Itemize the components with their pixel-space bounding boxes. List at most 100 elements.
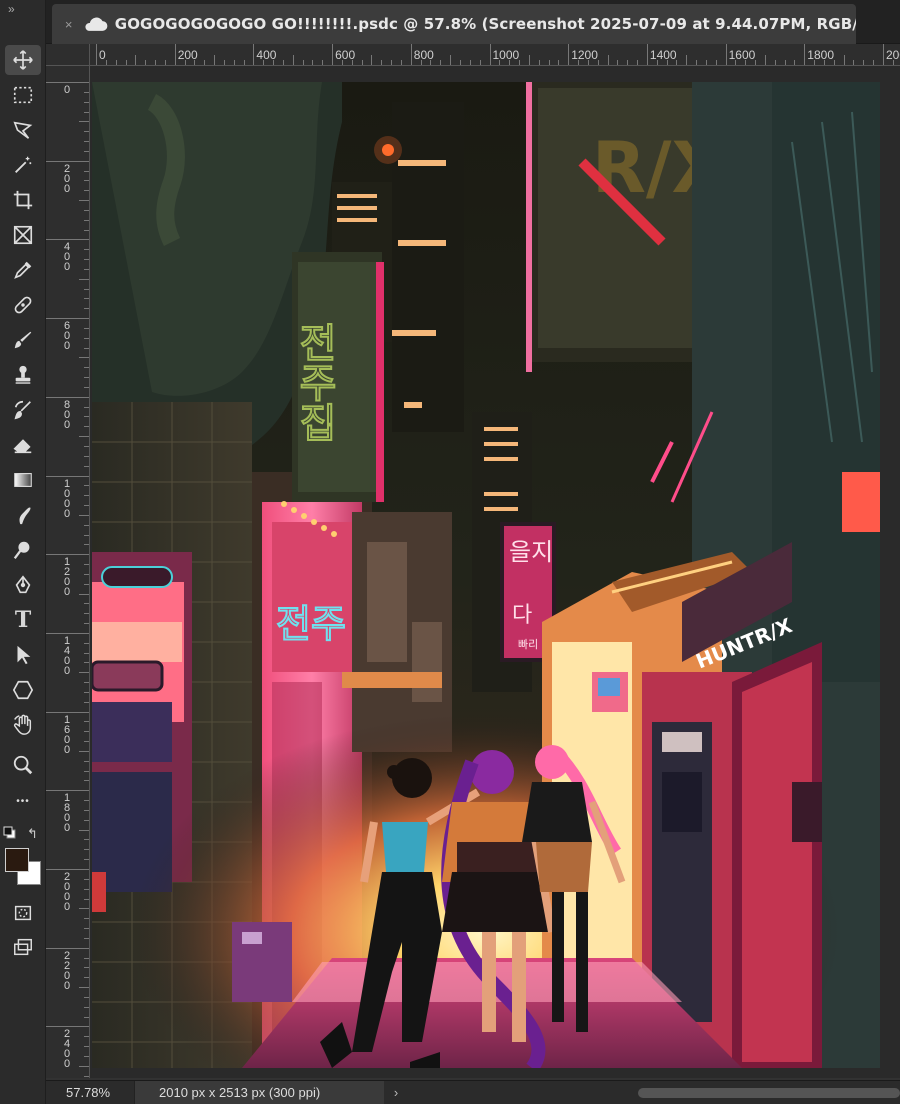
- crop-tool[interactable]: [5, 185, 41, 215]
- ruler-minor-tick: [84, 849, 89, 851]
- ruler-major-tick: [46, 82, 89, 83]
- hand-tool[interactable]: [5, 710, 41, 740]
- ruler-minor-tick: [469, 60, 471, 65]
- canvas-area[interactable]: 전주 전주집 R/X: [90, 66, 900, 1078]
- ruler-minor-tick: [84, 219, 89, 221]
- eyedropper-icon: [14, 261, 32, 279]
- ruler-minor-tick: [84, 170, 89, 172]
- ruler-major-tick: [46, 632, 89, 634]
- close-tab-icon[interactable]: ×: [58, 17, 79, 32]
- smudge-icon: [19, 507, 31, 525]
- ruler-minor-tick: [282, 60, 284, 65]
- ruler-major-tick: [725, 44, 727, 65]
- dodge-tool[interactable]: [5, 535, 41, 565]
- ruler-minor-tick: [84, 741, 89, 743]
- lasso-tool[interactable]: [5, 115, 41, 145]
- path-selection-tool[interactable]: [5, 640, 41, 670]
- ruler-minor-tick: [79, 987, 89, 989]
- ruler-minor-tick: [430, 60, 432, 65]
- move-icon: [13, 50, 33, 70]
- ruler-minor-tick: [84, 613, 89, 615]
- smudge-tool[interactable]: [5, 500, 41, 530]
- ruler-minor-tick: [84, 1055, 89, 1057]
- screen-mode-icon: [14, 938, 32, 956]
- type-tool[interactable]: T: [5, 605, 41, 635]
- ruler-minor-tick: [243, 60, 245, 65]
- ruler-minor-tick: [627, 60, 629, 65]
- foreground-color-swatch[interactable]: [5, 848, 29, 872]
- zoom-tool[interactable]: [5, 750, 41, 780]
- ruler-minor-tick: [84, 603, 89, 605]
- document-tab[interactable]: × GOGOGOGOGOGO GO!!!!!!!!.psdc @ 57.8% (…: [52, 4, 856, 44]
- zoom-level[interactable]: 57.78%: [46, 1085, 134, 1100]
- vertical-ruler[interactable]: 0 200 400 600 800 1000 1200 1400 1600 1800 2000 220…: [46, 66, 90, 1078]
- ruler-label: 400: [63, 241, 71, 274]
- status-menu-chevron-icon[interactable]: ›: [384, 1085, 408, 1100]
- ruler-label: 800: [63, 398, 71, 431]
- default-colors-icon[interactable]: [3, 826, 17, 840]
- eyedropper-tool[interactable]: [5, 255, 41, 285]
- artwork-canvas[interactable]: 전주 전주집 R/X: [92, 82, 880, 1068]
- ruler-minor-tick: [84, 642, 89, 644]
- pen-tool[interactable]: [5, 570, 41, 600]
- ruler-minor-tick: [84, 150, 89, 152]
- ruler-major-tick: [46, 318, 89, 320]
- ruler-minor-tick: [84, 141, 89, 143]
- horizontal-scrollbar[interactable]: [638, 1088, 900, 1098]
- gradient-icon: [14, 473, 32, 487]
- frame-tool[interactable]: [5, 220, 41, 250]
- ruler-major-tick: [174, 44, 176, 65]
- healing-brush-tool[interactable]: [5, 290, 41, 320]
- ruler-minor-tick: [84, 564, 89, 566]
- ruler-minor-tick: [666, 60, 668, 65]
- quick-mask-button[interactable]: [5, 898, 41, 928]
- collapse-toolbar-icon[interactable]: »: [8, 2, 15, 16]
- document-size-info[interactable]: 2010 px x 2513 px (300 ppi): [134, 1080, 384, 1104]
- screen-mode-button[interactable]: [5, 932, 41, 962]
- ruler-origin[interactable]: [46, 44, 90, 66]
- ruler-minor-tick: [833, 60, 835, 65]
- gradient-tool[interactable]: [5, 465, 41, 495]
- brush-tool[interactable]: [5, 325, 41, 355]
- marquee-tool[interactable]: [5, 80, 41, 110]
- ruler-minor-tick: [656, 60, 658, 65]
- ruler-minor-tick: [84, 180, 89, 182]
- move-tool[interactable]: [5, 45, 41, 75]
- ruler-minor-tick: [84, 967, 89, 969]
- ruler-minor-tick: [292, 55, 294, 65]
- history-brush-icon: [14, 400, 31, 420]
- hand-icon: [13, 714, 32, 735]
- ruler-minor-tick: [84, 652, 89, 654]
- ruler-minor-tick: [755, 60, 757, 65]
- ruler-minor-tick: [84, 1046, 89, 1048]
- ruler-major-tick: [253, 44, 255, 65]
- horizontal-ruler[interactable]: 020040060080010001200140016001800200: [90, 44, 900, 66]
- more-tools[interactable]: •••: [5, 786, 41, 816]
- ruler-minor-tick: [84, 898, 89, 900]
- magic-wand-tool[interactable]: [5, 150, 41, 180]
- ruler-minor-tick: [233, 60, 235, 65]
- ruler-minor-tick: [607, 55, 609, 65]
- frame-icon: [13, 225, 33, 245]
- ruler-major-tick: [46, 239, 89, 241]
- ruler-major-tick: [804, 44, 806, 65]
- ruler-minor-tick: [499, 60, 501, 65]
- magic-wand-icon: [15, 156, 32, 173]
- ruler-minor-tick: [84, 111, 89, 113]
- ruler-minor-tick: [79, 908, 89, 910]
- stamp-icon: [15, 365, 31, 384]
- ruler-minor-tick: [823, 60, 825, 65]
- ruler-minor-tick: [84, 367, 89, 369]
- clone-stamp-tool[interactable]: [5, 360, 41, 390]
- eraser-tool[interactable]: [5, 430, 41, 460]
- ruler-label: 1000: [492, 48, 520, 62]
- ruler-minor-tick: [84, 888, 89, 890]
- ruler-label: 1200: [571, 48, 598, 62]
- document-title: GOGOGOGOGOGO GO!!!!!!!!.psdc @ 57.8% (Sc…: [114, 15, 856, 33]
- ruler-major-tick: [489, 44, 491, 65]
- ruler-minor-tick: [79, 514, 89, 516]
- shape-tool[interactable]: [5, 675, 41, 705]
- swap-colors-icon[interactable]: ↰: [27, 826, 38, 842]
- ruler-minor-tick: [400, 60, 402, 65]
- history-brush-tool[interactable]: [5, 395, 41, 425]
